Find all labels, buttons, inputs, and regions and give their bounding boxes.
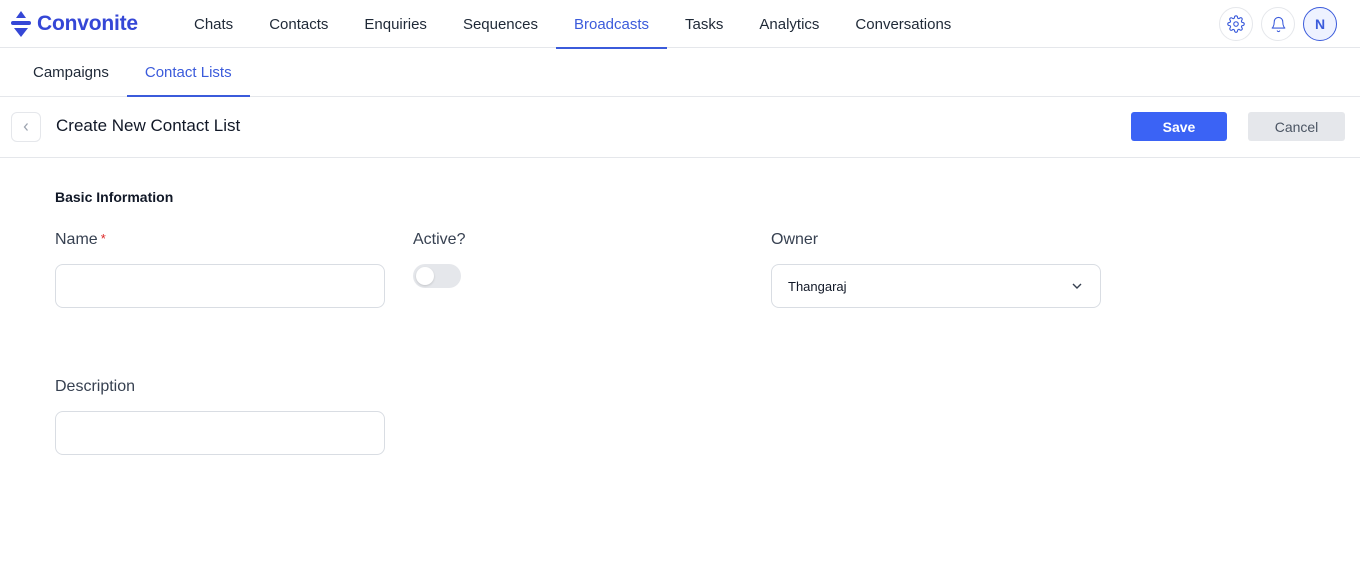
description-label: Description — [55, 378, 136, 395]
chevron-left-icon — [23, 123, 28, 131]
nav-item-conversations[interactable]: Conversations — [837, 0, 969, 48]
settings-button[interactable] — [1219, 7, 1253, 41]
back-button[interactable] — [11, 112, 41, 142]
name-label: Name * — [55, 231, 106, 249]
top-navigation: Convonite Chats Contacts Enquiries Seque… — [0, 0, 1360, 49]
active-label: Active? — [413, 231, 466, 248]
tab-campaigns[interactable]: Campaigns — [15, 48, 127, 96]
required-marker: * — [100, 231, 106, 246]
active-toggle[interactable] — [413, 264, 461, 288]
notifications-button[interactable] — [1261, 7, 1295, 41]
nav-item-contacts[interactable]: Contacts — [251, 0, 346, 48]
user-avatar[interactable]: N — [1303, 7, 1337, 41]
bell-icon — [1271, 16, 1285, 32]
toggle-knob — [416, 267, 434, 285]
nav-item-broadcasts[interactable]: Broadcasts — [556, 0, 668, 49]
chevron-down-icon — [1072, 283, 1082, 289]
broadcast-subtabs: Campaigns Contact Lists — [0, 48, 1360, 97]
page-title: Create New Contact List — [56, 116, 241, 135]
name-input[interactable] — [55, 264, 385, 308]
owner-label: Owner — [771, 231, 819, 248]
main-nav: Chats Contacts Enquiries Sequences Broad… — [176, 0, 969, 49]
brand-logo[interactable]: Convonite — [11, 11, 138, 37]
owner-value: Thangaraj — [788, 278, 847, 294]
cancel-button[interactable]: Cancel — [1248, 112, 1345, 141]
save-button[interactable]: Save — [1131, 112, 1227, 141]
nav-item-chats[interactable]: Chats — [176, 0, 251, 48]
name-label-text: Name — [55, 231, 98, 248]
logo-icon — [11, 11, 31, 37]
page-header: Create New Contact List Save Cancel — [0, 97, 1360, 158]
nav-item-tasks[interactable]: Tasks — [667, 0, 741, 48]
nav-item-analytics[interactable]: Analytics — [741, 0, 837, 48]
tab-contact-lists[interactable]: Contact Lists — [126, 48, 250, 97]
description-input[interactable] — [55, 411, 385, 455]
brand-name: Convonite — [37, 12, 138, 35]
section-title: Basic Information — [55, 189, 174, 205]
gear-icon — [1227, 15, 1245, 33]
nav-item-enquiries[interactable]: Enquiries — [346, 0, 445, 48]
nav-item-sequences[interactable]: Sequences — [445, 0, 556, 48]
owner-select[interactable]: Thangaraj — [771, 264, 1101, 308]
